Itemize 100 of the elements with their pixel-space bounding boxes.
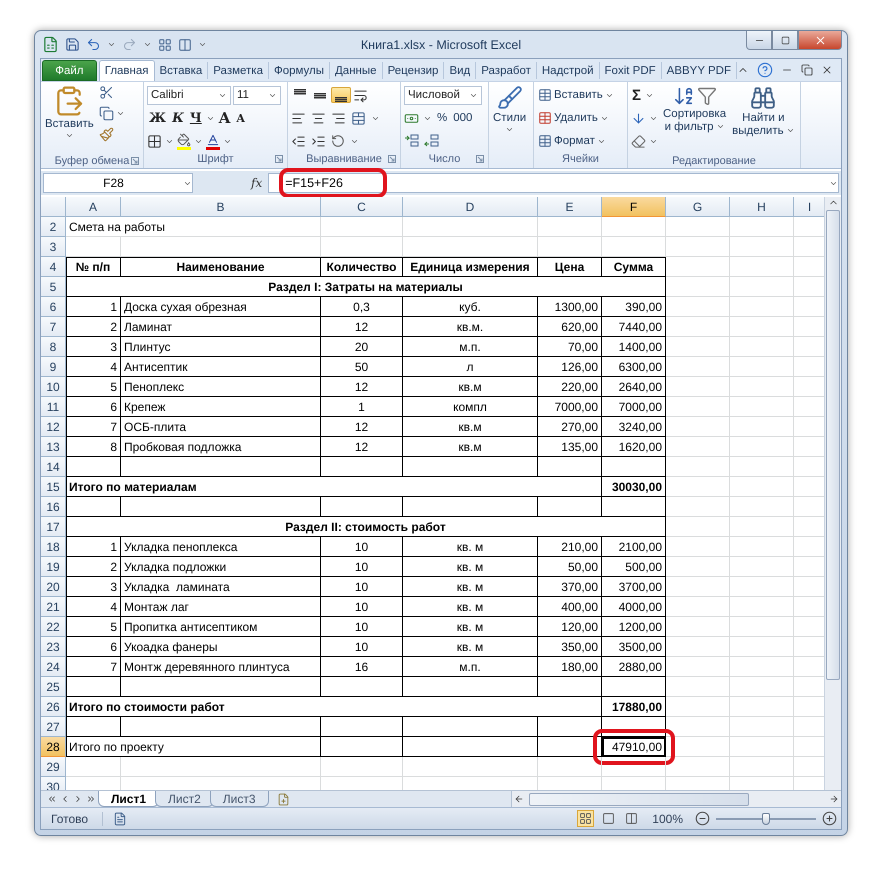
italic-button[interactable]: К — [170, 110, 186, 126]
row-header[interactable]: 11 — [41, 397, 66, 417]
styles-icon[interactable] — [496, 85, 523, 111]
row-header[interactable]: 17 — [41, 517, 66, 537]
font-size-dropdown[interactable]: 11 — [233, 86, 281, 104]
column-header[interactable]: B — [121, 197, 321, 217]
align-center-icon[interactable] — [311, 110, 326, 126]
format-painter-icon[interactable] — [98, 127, 114, 142]
help-icon[interactable] — [757, 62, 773, 78]
row-header[interactable]: 25 — [41, 677, 66, 697]
autosum-button[interactable]: Σ — [631, 86, 642, 104]
column-header[interactable]: A — [66, 197, 121, 217]
table-icon[interactable] — [538, 111, 552, 125]
percent-button[interactable]: % — [436, 112, 448, 124]
dialog-launcher-icon[interactable] — [388, 155, 396, 163]
row-header[interactable]: 3 — [41, 237, 66, 257]
zoom-in-icon[interactable] — [822, 811, 837, 826]
sheet-tab[interactable]: Лист3 — [210, 791, 269, 807]
ribbon-tab[interactable]: Данные — [330, 62, 383, 79]
row-header[interactable]: 20 — [41, 577, 66, 597]
underline-button[interactable]: Ч — [188, 110, 204, 126]
row-header[interactable]: 14 — [41, 457, 66, 477]
ribbon-tab[interactable]: Рецензир — [382, 62, 444, 79]
row-header[interactable]: 19 — [41, 557, 66, 577]
align-left-icon[interactable] — [291, 110, 306, 126]
dialog-launcher-icon[interactable] — [476, 155, 484, 163]
ribbon-tab[interactable]: Foxit PDF — [600, 62, 662, 79]
row-header[interactable]: 18 — [41, 537, 66, 557]
row-header[interactable]: 13 — [41, 437, 66, 457]
align-right-icon[interactable] — [331, 110, 346, 126]
binoculars-icon[interactable] — [750, 85, 776, 111]
maximize-button[interactable] — [772, 31, 798, 50]
maximize-icon[interactable] — [780, 36, 790, 44]
file-tab[interactable]: Файл — [42, 60, 97, 81]
copy-icon[interactable] — [98, 106, 114, 121]
decrease-indent-icon[interactable] — [291, 134, 306, 148]
row-header[interactable]: 22 — [41, 617, 66, 637]
sort-icon[interactable] — [672, 85, 695, 107]
ribbon-tab[interactable]: Вид — [444, 62, 476, 79]
row-header[interactable]: 27 — [41, 717, 66, 737]
row-header[interactable]: 6 — [41, 297, 66, 317]
column-header[interactable]: G — [666, 197, 730, 217]
row-header[interactable]: 29 — [41, 757, 66, 777]
row-header[interactable]: 4 — [41, 257, 66, 277]
find-select-button[interactable]: Найти и выделить — [731, 85, 796, 153]
cells-menu-button[interactable]: Вставить — [537, 88, 615, 102]
borders-icon[interactable] — [147, 134, 162, 148]
horizontal-scrollbar[interactable] — [511, 791, 841, 807]
close-icon[interactable] — [821, 64, 833, 76]
row-header[interactable]: 26 — [41, 697, 66, 717]
first-sheet-icon[interactable] — [47, 794, 57, 804]
sheet-tab[interactable]: Лист2 — [155, 791, 214, 807]
row-header[interactable]: 9 — [41, 357, 66, 377]
dialog-launcher-icon[interactable] — [131, 157, 139, 165]
wrap-text-icon[interactable] — [353, 88, 368, 102]
ribbon-tab[interactable]: Разработ — [476, 62, 537, 79]
macro-record-icon[interactable] — [113, 812, 128, 826]
number-format-dropdown[interactable]: Числовой — [404, 86, 482, 104]
restore-icon[interactable] — [801, 64, 813, 76]
table-icon[interactable] — [538, 88, 552, 102]
styles-button[interactable]: Стили — [492, 85, 528, 153]
ribbon-tab[interactable]: Надстрой — [536, 62, 600, 79]
cut-icon[interactable] — [98, 85, 114, 100]
row-header[interactable]: 23 — [41, 637, 66, 657]
ribbon-tab[interactable]: Вставка — [154, 62, 208, 79]
row-header[interactable]: 12 — [41, 417, 66, 437]
close-button[interactable] — [798, 31, 842, 50]
filter-icon[interactable] — [696, 86, 717, 106]
row-header[interactable]: 10 — [41, 377, 66, 397]
row-header[interactable]: 15 — [41, 477, 66, 497]
name-box[interactable]: F28 — [43, 173, 193, 193]
column-header[interactable]: C — [321, 197, 403, 217]
insert-sheet-icon[interactable] — [276, 792, 290, 806]
fill-down-icon[interactable] — [631, 110, 646, 126]
sheet-tab[interactable]: Лист1 — [98, 791, 160, 807]
shrink-font-button[interactable]: A — [234, 112, 247, 124]
font-color-icon[interactable] — [206, 132, 220, 146]
increase-decimal-icon[interactable] — [404, 134, 420, 148]
merge-cells-icon[interactable] — [351, 110, 366, 126]
row-header[interactable]: 7 — [41, 317, 66, 337]
cells-menu-button[interactable]: Удалить — [537, 111, 610, 125]
scroll-right-icon[interactable] — [829, 794, 839, 804]
save-icon[interactable] — [65, 37, 80, 52]
paste-button[interactable]: Вставить — [44, 85, 95, 153]
caret-icon[interactable] — [107, 40, 116, 49]
zoom-slider-thumb[interactable] — [762, 812, 770, 824]
row-header[interactable]: 2 — [41, 217, 66, 237]
thousands-button[interactable]: 000 — [452, 112, 474, 124]
ribbon-tab[interactable]: Формулы — [268, 62, 330, 79]
orientation-icon[interactable] — [331, 134, 345, 148]
column-header[interactable]: D — [403, 197, 538, 217]
formula-field[interactable]: =F15+F26 — [268, 173, 839, 193]
vertical-scrollbar[interactable] — [824, 197, 841, 790]
increase-indent-icon[interactable] — [311, 134, 326, 148]
last-sheet-icon[interactable] — [86, 794, 96, 804]
spreadsheet-app-icon[interactable] — [42, 36, 59, 53]
row-header[interactable]: 24 — [41, 657, 66, 677]
table-icon[interactable] — [538, 134, 552, 148]
scroll-left-icon[interactable] — [514, 794, 524, 804]
fill-color-icon[interactable] — [177, 132, 191, 146]
